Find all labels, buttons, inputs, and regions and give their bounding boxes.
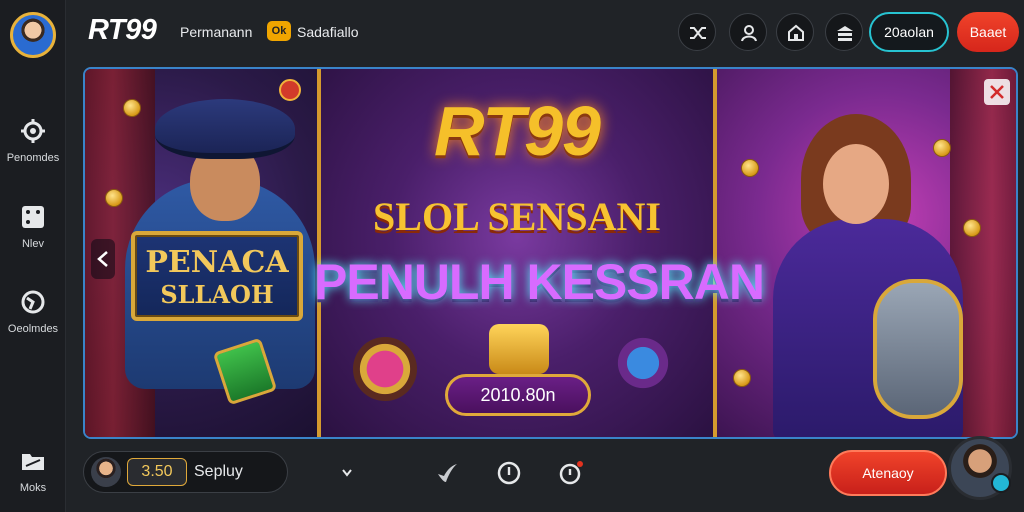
action-button[interactable]: Atenaoy: [829, 450, 947, 496]
chevron-left-icon: [97, 251, 108, 267]
warrior-face: [823, 144, 889, 224]
banner-headline: PENULH KESSRAN: [314, 254, 765, 310]
nav-link-sadafiallo[interactable]: Sadafiallo: [297, 24, 359, 40]
sidebar-item-oeolmdes[interactable]: Oeolmdes: [0, 289, 66, 335]
gold-coins-icon: [489, 324, 549, 374]
home-icon: [788, 24, 804, 41]
nav-badge: Ok: [267, 21, 291, 41]
balance-selector[interactable]: 3.50 Sepluy: [83, 451, 352, 493]
notification-icon[interactable]: [558, 460, 584, 486]
cash-icon: [837, 26, 853, 41]
header-home-button[interactable]: [776, 13, 814, 51]
sidebar: Penomdes Nlev Oeolmdes Moks: [0, 0, 66, 512]
gem-medallion-icon: [353, 337, 417, 401]
coin-decoration: [733, 369, 751, 387]
left-sign: PENACA SLLAOH: [131, 231, 303, 321]
sidebar-avatar[interactable]: [10, 12, 56, 58]
nav-link-permanann[interactable]: Permanann: [180, 24, 252, 40]
shield-decoration: [873, 279, 963, 419]
check-icon[interactable]: [434, 460, 460, 486]
sidebar-item-penomdes[interactable]: Penomdes: [0, 118, 66, 164]
left-sign-line2: SLLAOH: [160, 280, 274, 309]
coin-decoration: [123, 99, 141, 117]
header: RT99 Permanann Ok Sadafiallo 20aolan Baa…: [66, 0, 1024, 64]
banner-subtitle: SLOL SENSANI: [373, 194, 661, 239]
info-icon[interactable]: [496, 460, 522, 486]
header-shuffle-button[interactable]: [678, 13, 716, 51]
close-icon: [990, 85, 1004, 99]
globe-icon: [21, 290, 45, 314]
dice-icon: [22, 206, 44, 228]
chevron-down-icon: [342, 469, 352, 477]
sidebar-item-label: Moks: [19, 482, 47, 494]
balance-label: Sepluy: [194, 463, 243, 480]
coin-decoration: [105, 189, 123, 207]
user-avatar[interactable]: [948, 436, 1012, 500]
shuffle-icon: [690, 27, 706, 39]
balance-amount: 3.50: [127, 458, 187, 486]
coin-decoration: [933, 139, 951, 157]
potion-icon: [611, 331, 675, 395]
user-icon: [741, 25, 757, 42]
avatar: [91, 457, 121, 487]
gear-icon: [21, 119, 45, 143]
jackpot-amount: 2010.80n: [445, 374, 591, 416]
sidebar-item-label: Penomdes: [6, 152, 60, 164]
folder-icon: [22, 454, 44, 470]
header-cash-button[interactable]: [825, 13, 863, 51]
online-status-icon: [991, 473, 1011, 493]
banner-prev-button[interactable]: [91, 239, 115, 279]
banner-title-logo: RT99: [434, 92, 601, 170]
fire-badge-icon: [279, 79, 301, 101]
left-sign-line1: PENACA: [145, 245, 289, 280]
app-root: Penomdes Nlev Oeolmdes Moks RT99 Permana…: [0, 0, 1024, 512]
promo-banner[interactable]: PENACA SLLAOH RT99 SLOL SENSANI 2010.80n…: [83, 67, 1018, 439]
app-logo[interactable]: RT99: [88, 14, 157, 47]
header-user-button[interactable]: [729, 13, 767, 51]
sidebar-item-label: Nlev: [21, 238, 44, 250]
banner-close-button[interactable]: [984, 79, 1010, 105]
sidebar-item-label: Oeolmdes: [7, 323, 59, 335]
header-red-button[interactable]: Baaet: [957, 12, 1019, 52]
coin-decoration: [741, 159, 759, 177]
coin-decoration: [963, 219, 981, 237]
sidebar-item-nlev[interactable]: Nlev: [0, 204, 66, 250]
sidebar-item-moks[interactable]: Moks: [0, 448, 66, 494]
cowboy-hat: [155, 99, 295, 159]
header-outline-button[interactable]: 20aolan: [869, 12, 949, 52]
